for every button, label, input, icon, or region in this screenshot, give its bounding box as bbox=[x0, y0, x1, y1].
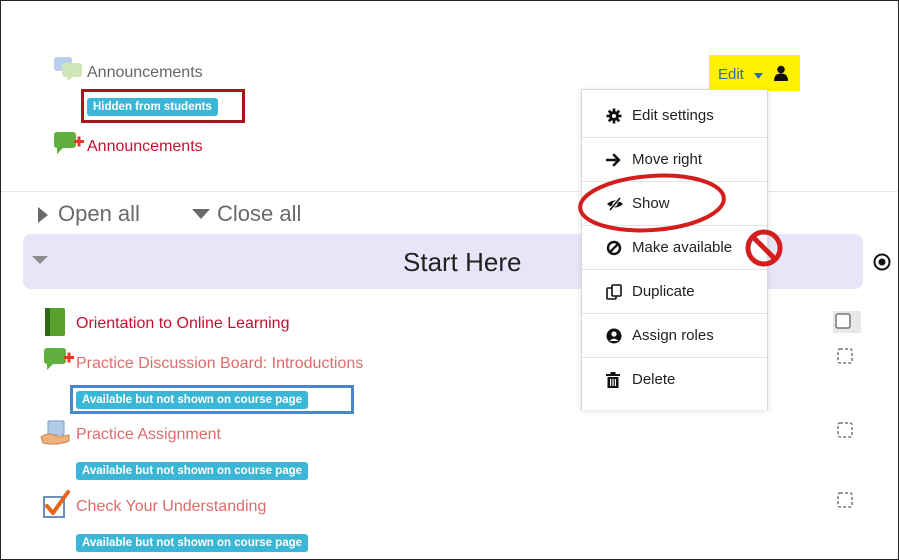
section-collapse-icon[interactable] bbox=[31, 255, 49, 265]
caret-down-icon bbox=[754, 73, 763, 79]
completion-checkbox-auto[interactable] bbox=[837, 348, 853, 364]
announcements-link-hidden[interactable]: Announcements bbox=[87, 64, 203, 82]
quiz-check-icon bbox=[43, 490, 70, 518]
ban-icon bbox=[606, 240, 622, 256]
trash-icon bbox=[606, 372, 620, 388]
forum-add-icon bbox=[54, 132, 84, 154]
assignment-icon bbox=[40, 420, 70, 445]
close-all-link[interactable]: Close all bbox=[217, 201, 301, 227]
section-title: Start Here bbox=[403, 247, 522, 277]
menu-item-label: Assign roles bbox=[632, 327, 714, 344]
menu-item-assign-roles[interactable]: Assign roles bbox=[582, 314, 767, 358]
menu-item-label: Edit settings bbox=[632, 107, 714, 124]
activity-link-orientation[interactable]: Orientation to Online Learning bbox=[76, 315, 289, 333]
menu-item-label: Delete bbox=[632, 371, 676, 388]
user-circle-icon bbox=[606, 328, 622, 344]
caret-right-icon bbox=[38, 207, 48, 223]
menu-item-label: Make available bbox=[632, 239, 733, 256]
gear-icon bbox=[606, 108, 622, 124]
menu-item-label: Duplicate bbox=[632, 283, 695, 300]
prohibited-icon bbox=[745, 229, 783, 267]
edit-dropdown-menu: Edit settings Move right Show Make avail… bbox=[581, 89, 768, 410]
course-page: Announcements Hidden from students Annou… bbox=[0, 0, 899, 560]
stealth-badge: Available but not shown on course page bbox=[76, 534, 309, 552]
open-all-link[interactable]: Open all bbox=[58, 201, 140, 227]
stealth-badge: Available but not shown on course page bbox=[76, 462, 309, 480]
announcements-link[interactable]: Announcements bbox=[87, 138, 203, 156]
edit-menu-label[interactable]: Edit bbox=[718, 66, 744, 83]
menu-item-delete[interactable]: Delete bbox=[582, 358, 767, 402]
menu-item-label: Move right bbox=[632, 151, 703, 168]
menu-item-duplicate[interactable]: Duplicate bbox=[582, 270, 767, 314]
copy-icon bbox=[606, 284, 622, 300]
caret-down-icon bbox=[192, 209, 210, 219]
activity-link-assignment[interactable]: Practice Assignment bbox=[76, 426, 221, 444]
completion-checkbox-auto[interactable] bbox=[837, 492, 853, 508]
arrow-right-icon bbox=[606, 153, 621, 167]
book-icon bbox=[45, 308, 65, 336]
section-highlight-icon[interactable] bbox=[873, 253, 891, 271]
stealth-badge: Available but not shown on course page bbox=[76, 391, 309, 409]
completion-checkbox-auto[interactable] bbox=[837, 422, 853, 438]
menu-item-edit-settings[interactable]: Edit settings bbox=[582, 94, 767, 138]
annotation-box-red bbox=[81, 89, 245, 123]
forum-icon bbox=[54, 57, 82, 81]
forum-add-icon bbox=[44, 348, 74, 370]
activity-link-quiz[interactable]: Check Your Understanding bbox=[76, 498, 266, 516]
user-icon bbox=[774, 65, 788, 81]
annotation-ellipse-red bbox=[578, 173, 726, 233]
activity-link-discussion[interactable]: Practice Discussion Board: Introductions bbox=[76, 355, 363, 373]
completion-checkbox[interactable] bbox=[833, 311, 861, 333]
